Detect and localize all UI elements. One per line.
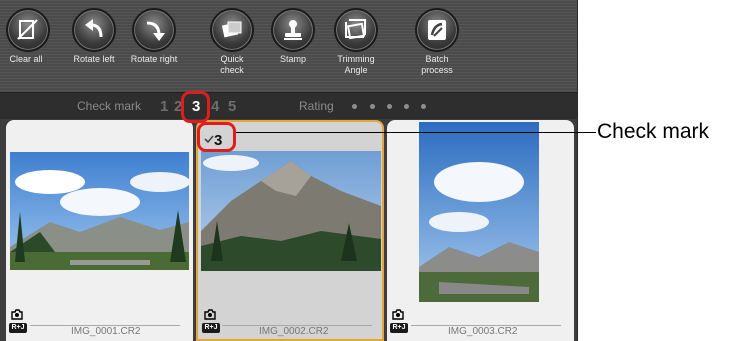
callout-label: Check mark bbox=[597, 120, 710, 143]
check-filter-5[interactable]: 5 bbox=[228, 98, 236, 115]
camera-icon bbox=[392, 309, 404, 320]
check-mark-highlight bbox=[197, 122, 236, 152]
rotate-left-label: Rotate left bbox=[73, 54, 115, 64]
clear-all-label: Clear all bbox=[9, 54, 43, 64]
batch-process-button[interactable]: Batch process bbox=[412, 8, 462, 76]
thumbnail-filename-1: IMG_0001.CR2 bbox=[71, 326, 141, 337]
browser-window: Clear all Rotate left Rotate right Quick… bbox=[0, 0, 578, 341]
rating-filter-label: Rating bbox=[299, 99, 334, 113]
quick-check-icon bbox=[210, 8, 254, 52]
rating-dot-4[interactable] bbox=[404, 104, 409, 109]
filter-bar: Check mark 1 2 3 4 5 Rating bbox=[0, 92, 577, 120]
stamp-button[interactable]: Stamp bbox=[270, 8, 316, 65]
stamp-label: Stamp bbox=[279, 54, 306, 64]
rotate-right-icon bbox=[132, 8, 176, 52]
rating-dot-1[interactable] bbox=[352, 104, 357, 109]
rotate-left-button[interactable]: Rotate left bbox=[64, 8, 124, 65]
raw-jpeg-badge: R+J bbox=[202, 323, 220, 333]
check-filter-4[interactable]: 4 bbox=[211, 98, 219, 115]
rating-dot-5[interactable] bbox=[421, 104, 426, 109]
thumbnail-card-1[interactable]: R+J IMG_0001.CR2 bbox=[6, 120, 193, 341]
clear-all-icon bbox=[6, 8, 50, 52]
check-mark-filter-label: Check mark bbox=[77, 99, 142, 113]
thumbnail-card-2[interactable]: 3 R+J IMG_0002.CR2 bbox=[196, 120, 384, 341]
stamp-icon bbox=[271, 8, 315, 52]
check-filter-1[interactable]: 1 bbox=[160, 98, 168, 115]
raw-jpeg-badge: R+J bbox=[390, 323, 408, 333]
quick-check-button[interactable]: Quick check bbox=[209, 8, 255, 76]
trimming-angle-icon bbox=[334, 8, 378, 52]
batch-process-icon bbox=[415, 8, 459, 52]
rotate-right-label: Rotate right bbox=[130, 54, 178, 64]
thumbnail-image-1 bbox=[10, 152, 189, 270]
check-filter-highlight bbox=[181, 91, 210, 123]
camera-icon bbox=[11, 309, 23, 320]
quick-check-label: Quick check bbox=[220, 54, 244, 75]
callout-line bbox=[236, 132, 596, 133]
rotate-left-icon bbox=[72, 8, 116, 52]
trimming-angle-label: Trimming Angle bbox=[337, 54, 375, 75]
rating-dot-2[interactable] bbox=[370, 104, 375, 109]
thumbnail-card-3[interactable]: R+J IMG_0003.CR2 bbox=[387, 120, 574, 341]
trimming-angle-button[interactable]: Trimming Angle bbox=[328, 8, 384, 76]
toolbar: Clear all Rotate left Rotate right Quick… bbox=[0, 0, 577, 92]
thumbnail-filename-2: IMG_0002.CR2 bbox=[259, 326, 329, 337]
rotate-right-button[interactable]: Rotate right bbox=[124, 8, 184, 65]
camera-icon bbox=[204, 309, 216, 320]
clear-all-button[interactable]: Clear all bbox=[6, 8, 50, 65]
rating-dot-3[interactable] bbox=[387, 104, 392, 109]
thumbnail-image-3 bbox=[419, 122, 539, 302]
thumbnail-filename-3: IMG_0003.CR2 bbox=[448, 326, 518, 337]
thumbnail-image-2 bbox=[201, 151, 381, 271]
raw-jpeg-badge: R+J bbox=[9, 323, 27, 333]
batch-process-label: Batch process bbox=[421, 54, 453, 75]
